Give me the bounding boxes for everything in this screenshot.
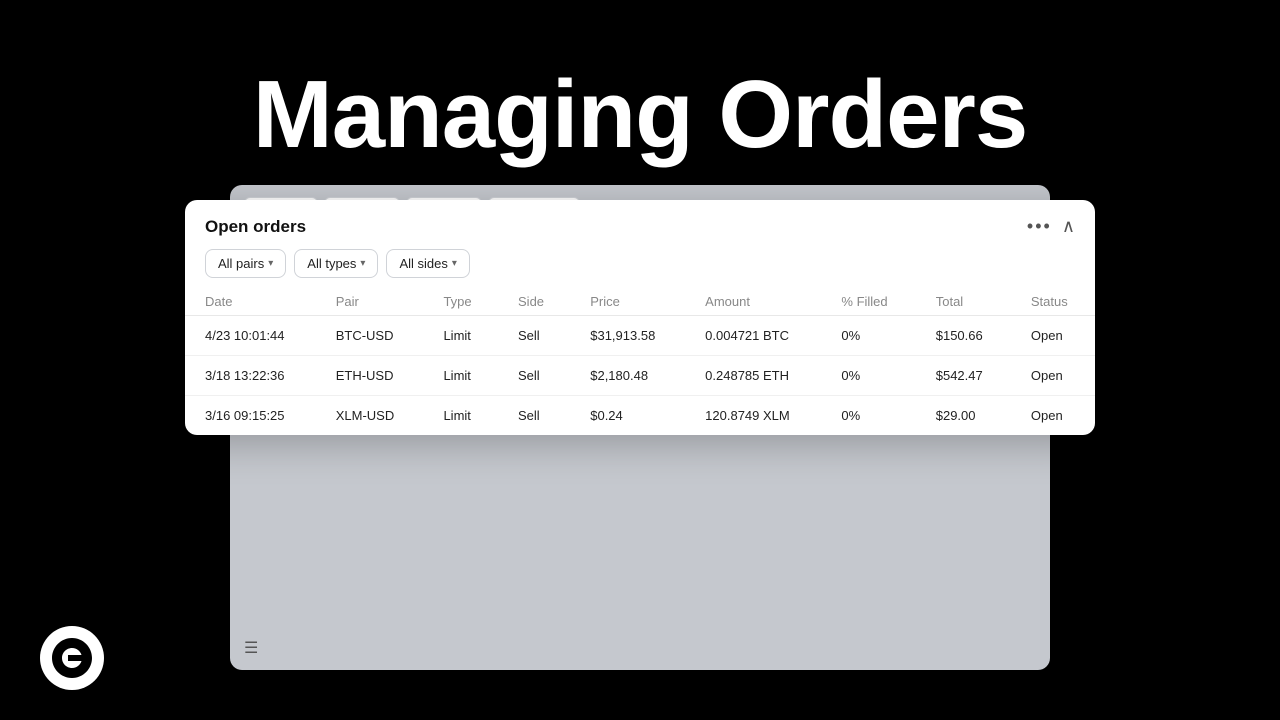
filter-all-types[interactable]: All types ▾ — [294, 249, 378, 278]
col-pct-filled: % Filled — [821, 288, 915, 316]
collapse-button[interactable]: ∧ — [1062, 216, 1075, 237]
table-row: 4/23 10:01:44 BTC-USD Limit Sell $31,913… — [185, 316, 1095, 356]
chevron-down-icon: ▾ — [360, 258, 365, 269]
col-status: Status — [1011, 288, 1095, 316]
modal-title: Open orders — [205, 217, 306, 237]
hamburger-icon[interactable]: ☰ — [244, 638, 258, 658]
col-date: Date — [185, 288, 316, 316]
col-total: Total — [916, 288, 1011, 316]
open-orders-modal: Open orders ••• ∧ All pairs ▾ All types … — [185, 200, 1095, 435]
open-orders-table: Date Pair Type Side Price Amount % Fille… — [185, 288, 1095, 435]
table-row: 3/18 13:22:36 ETH-USD Limit Sell $2,180.… — [185, 356, 1095, 396]
col-type: Type — [423, 288, 498, 316]
col-side: Side — [498, 288, 570, 316]
modal-header-actions: ••• ∧ — [1027, 216, 1075, 237]
table-row: 3/16 09:15:25 XLM-USD Limit Sell $0.24 1… — [185, 396, 1095, 436]
coinbase-logo — [40, 626, 104, 690]
col-price: Price — [570, 288, 685, 316]
hero-title: Managing Orders — [0, 60, 1280, 170]
chevron-down-icon: ▾ — [452, 258, 457, 269]
filter-all-pairs[interactable]: All pairs ▾ — [205, 249, 286, 278]
chevron-down-icon: ▾ — [268, 258, 273, 269]
filter-all-sides[interactable]: All sides ▾ — [386, 249, 469, 278]
col-amount: Amount — [685, 288, 821, 316]
modal-filters: All pairs ▾ All types ▾ All sides ▾ — [185, 237, 1095, 288]
modal-header: Open orders ••• ∧ — [185, 200, 1095, 237]
more-options-button[interactable]: ••• — [1027, 216, 1052, 237]
col-pair: Pair — [316, 288, 424, 316]
